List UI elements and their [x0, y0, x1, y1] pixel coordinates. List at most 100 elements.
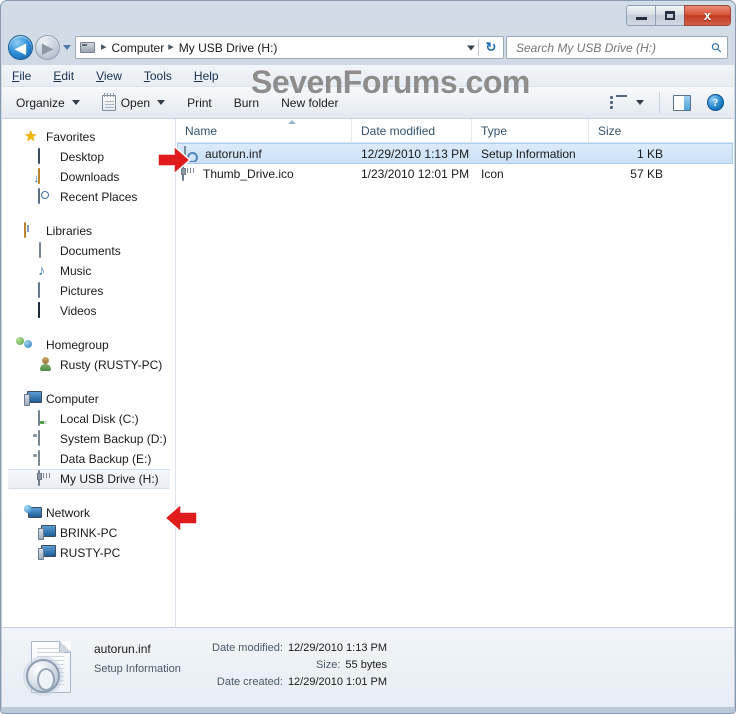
- nav-item-pictures[interactable]: Pictures: [2, 281, 175, 301]
- menu-tools[interactable]: Tools: [144, 69, 172, 83]
- menu-view[interactable]: View: [96, 69, 122, 83]
- computer-breadcrumb-icon: [80, 42, 95, 53]
- nav-label: Libraries: [46, 224, 93, 238]
- refresh-button[interactable]: ↻: [481, 38, 501, 57]
- forward-button[interactable]: ▶: [35, 35, 60, 60]
- nav-label: Music: [60, 264, 92, 278]
- sort-ascending-icon: [288, 119, 296, 124]
- details-field-value: 12/29/2010 1:13 PM: [287, 642, 388, 654]
- search-box[interactable]: ⚲: [506, 36, 728, 59]
- nav-group-network: Network BRINK-PC RUSTY-PC: [2, 503, 175, 563]
- icon-file-icon: [182, 165, 184, 181]
- video-icon: [38, 302, 40, 318]
- nav-item-videos[interactable]: Videos: [2, 301, 175, 321]
- breadcrumb-computer[interactable]: Computer: [112, 41, 165, 55]
- menu-file[interactable]: File: [12, 69, 31, 83]
- close-button[interactable]: x: [684, 4, 731, 26]
- picture-icon: [38, 282, 40, 298]
- chevron-down-icon[interactable]: [636, 100, 644, 105]
- nav-label: Videos: [60, 304, 97, 318]
- menu-edit[interactable]: Edit: [53, 69, 74, 83]
- minimize-button[interactable]: [626, 4, 655, 26]
- burn-button[interactable]: Burn: [234, 96, 259, 110]
- file-date-cell: 1/23/2010 12:01 PM: [361, 166, 470, 181]
- open-label: Open: [120, 95, 151, 110]
- nav-item-documents[interactable]: Documents: [2, 241, 175, 261]
- menu-edit-label: dit: [61, 68, 75, 83]
- usb-drive-icon: [38, 470, 40, 486]
- close-icon: x: [703, 7, 712, 23]
- nav-item-my-usb-drive-h[interactable]: My USB Drive (H:): [8, 469, 170, 489]
- nav-header-homegroup[interactable]: Homegroup: [2, 335, 175, 355]
- organize-button[interactable]: Organize: [16, 96, 80, 110]
- details-field-date-modified: Date modified: 12/29/2010 1:13 PM: [212, 642, 387, 654]
- content-area: ★ Favorites Desktop Downloads Recent Pla…: [2, 118, 734, 627]
- menu-help[interactable]: Help: [194, 69, 219, 83]
- details-field-size: Size: 55 bytes: [212, 659, 387, 671]
- downloads-folder-icon: [38, 168, 40, 184]
- recent-places-icon: [38, 188, 40, 204]
- change-view-icon[interactable]: [610, 95, 627, 110]
- open-button[interactable]: Open: [101, 92, 166, 111]
- file-name-cell: Thumb_Drive.ico: [176, 165, 352, 182]
- nav-item-desktop[interactable]: Desktop: [2, 147, 175, 167]
- nav-item-system-backup-d[interactable]: System Backup (D:): [2, 429, 175, 449]
- file-size-cell: 1 KB: [636, 146, 663, 161]
- drive-icon: [38, 430, 40, 446]
- nav-label: Desktop: [60, 150, 105, 164]
- nav-item-rusty-pc[interactable]: RUSTY-PC: [2, 543, 175, 563]
- nav-group-homegroup: Homegroup Rusty (RUSTY-PC): [2, 335, 175, 375]
- nav-item-local-disk-c[interactable]: Local Disk (C:): [2, 409, 175, 429]
- breadcrumb-separator[interactable]: ▸: [101, 42, 107, 53]
- table-row[interactable]: autorun.inf 12/29/2010 1:13 PM Setup Inf…: [177, 143, 733, 164]
- column-header-type[interactable]: Type: [472, 118, 589, 143]
- nav-item-rusty-rusty-pc[interactable]: Rusty (RUSTY-PC): [2, 355, 175, 375]
- table-row[interactable]: Thumb_Drive.ico 1/23/2010 12:01 PM Icon …: [176, 164, 734, 183]
- print-button[interactable]: Print: [187, 96, 212, 110]
- column-header-label: Name: [185, 123, 218, 138]
- recent-pages-dropdown-icon[interactable]: [63, 45, 71, 50]
- new-folder-button[interactable]: New folder: [281, 96, 338, 110]
- nav-label: Homegroup: [46, 338, 109, 352]
- nav-item-data-backup-e[interactable]: Data Backup (E:): [2, 449, 175, 469]
- maximize-button[interactable]: [655, 4, 684, 26]
- file-date-cell: 12/29/2010 1:13 PM: [361, 146, 470, 161]
- help-icon[interactable]: ?: [707, 94, 724, 111]
- details-file-icon: [26, 639, 78, 697]
- nav-item-music[interactable]: ♪ Music: [2, 261, 175, 281]
- nav-label: BRINK-PC: [60, 526, 118, 540]
- libraries-icon: [24, 222, 26, 238]
- search-icon[interactable]: ⚲: [708, 38, 726, 56]
- address-dropdown-icon[interactable]: [467, 45, 475, 50]
- nav-item-downloads[interactable]: Downloads: [2, 167, 175, 187]
- nav-item-brink-pc[interactable]: BRINK-PC: [2, 523, 175, 543]
- breadcrumb-separator[interactable]: ▸: [168, 42, 174, 53]
- file-type-cell: Icon: [481, 166, 504, 181]
- nav-label: Recent Places: [60, 190, 138, 204]
- address-bar[interactable]: ▸ Computer ▸ My USB Drive (H:) ↻: [75, 36, 504, 59]
- nav-header-libraries[interactable]: Libraries: [2, 221, 175, 241]
- nav-header-computer[interactable]: Computer: [2, 389, 175, 409]
- column-header-name[interactable]: Name: [176, 118, 352, 143]
- column-header-label: Size: [598, 123, 622, 138]
- column-header-date-modified[interactable]: Date modified: [352, 118, 472, 143]
- back-button[interactable]: ◀: [8, 35, 33, 60]
- breadcrumb-my-usb-drive[interactable]: My USB Drive (H:): [179, 41, 278, 55]
- navigation-buttons: ◀ ▶: [1, 35, 75, 60]
- column-header-size[interactable]: Size: [589, 119, 673, 143]
- nav-header-network[interactable]: Network: [2, 503, 175, 523]
- file-name-cell: autorun.inf: [178, 145, 352, 162]
- address-bar-row: ◀ ▶ ▸ Computer ▸ My USB Drive (H:) ↻ ⚲: [1, 30, 735, 65]
- menu-view-key: V: [96, 68, 104, 83]
- nav-header-favorites[interactable]: ★ Favorites: [2, 127, 175, 147]
- file-type-cell: Setup Information: [481, 146, 576, 161]
- burn-label: Burn: [233, 95, 260, 110]
- nav-item-recent-places[interactable]: Recent Places: [2, 187, 175, 207]
- details-field-label: Size:: [315, 659, 341, 671]
- search-input[interactable]: [514, 38, 706, 57]
- nav-label: Data Backup (E:): [60, 452, 152, 466]
- column-header-label: Date modified: [361, 123, 436, 138]
- nav-label: Documents: [60, 244, 121, 258]
- preview-pane-icon[interactable]: [673, 94, 691, 111]
- column-header-label: Type: [481, 123, 508, 138]
